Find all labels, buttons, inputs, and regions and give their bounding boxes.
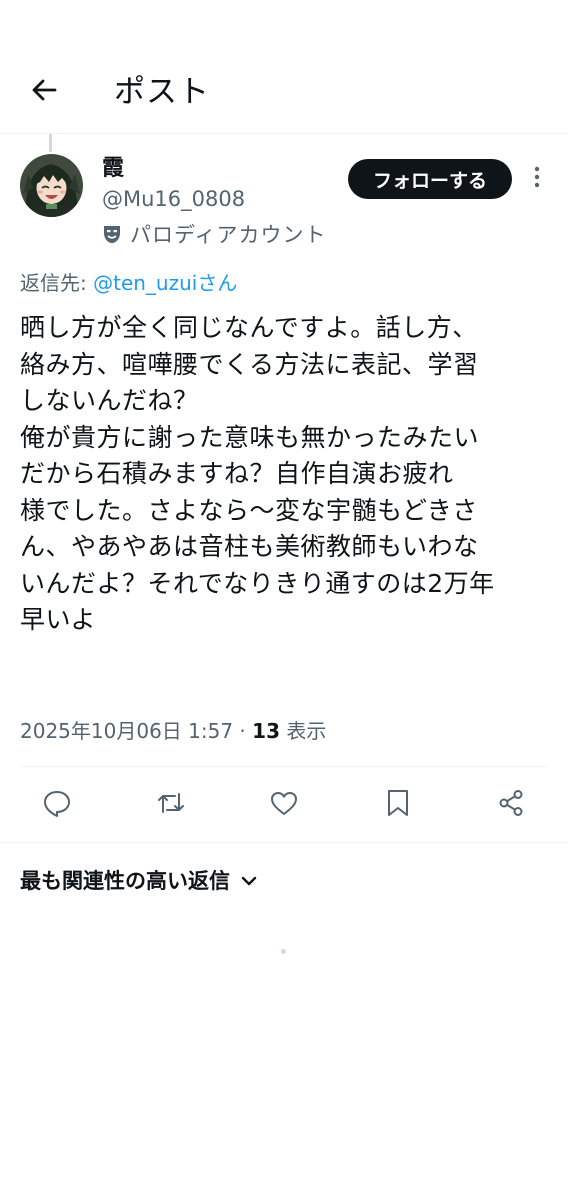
back-button[interactable] — [24, 72, 64, 112]
reply-to-suffix: さん — [197, 271, 238, 295]
reply-icon — [42, 788, 72, 822]
parody-label-text: パロディアカウント — [130, 223, 327, 247]
divider — [0, 842, 568, 843]
loading-indicator — [281, 949, 286, 954]
author-handle[interactable]: @Mu16_0808 — [102, 185, 245, 213]
theater-mask-icon — [102, 223, 122, 245]
tweet-text: 晒し方が全く同じなんですよ。話し方、 絡み方、喧嘩腰でくる方法に表記、学習 しな… — [20, 313, 495, 634]
avatar[interactable] — [20, 154, 83, 217]
bookmark-icon — [385, 788, 411, 822]
author-display-name[interactable]: 霞 — [102, 155, 124, 183]
repost-button[interactable] — [154, 788, 188, 822]
top-app-bar: ポスト — [0, 0, 568, 134]
like-icon — [269, 788, 299, 822]
tweet-timestamp[interactable]: 2025年10月06日 1:57 — [20, 719, 233, 743]
more-vertical-icon — [534, 166, 540, 192]
more-options-button[interactable] — [527, 163, 547, 195]
parody-account-label: パロディアカウント — [102, 220, 327, 248]
views-label: 表示 — [280, 719, 327, 743]
share-icon — [496, 788, 526, 822]
reply-context: 返信先: @ten_uzuiさん — [20, 268, 237, 298]
share-button[interactable] — [494, 788, 528, 822]
thread-connector-line — [49, 134, 52, 152]
views-count: 13 — [252, 719, 280, 743]
divider — [20, 766, 548, 767]
arrow-left-icon — [29, 75, 59, 109]
reply-button[interactable] — [40, 788, 74, 822]
bookmark-button[interactable] — [381, 788, 415, 822]
reply-to-mention-link[interactable]: @ten_uzuiさん — [93, 271, 237, 295]
repost-icon — [155, 788, 187, 822]
replies-sort-label: 最も関連性の高い返信 — [20, 869, 230, 893]
reply-to-mention: @ten_uzui — [93, 271, 198, 295]
meta-separator: · — [233, 719, 253, 743]
reply-to-prefix: 返信先: — [20, 271, 94, 295]
tweet-meta: 2025年10月06日 1:57 · 13 表示 — [20, 716, 326, 746]
follow-button[interactable]: フォローする — [348, 159, 512, 199]
tweet-action-bar — [0, 768, 568, 842]
like-button[interactable] — [267, 788, 301, 822]
replies-sort-dropdown[interactable]: 最も関連性の高い返信 — [20, 866, 258, 896]
page-title: ポスト — [114, 74, 210, 110]
chevron-down-icon — [240, 874, 258, 888]
